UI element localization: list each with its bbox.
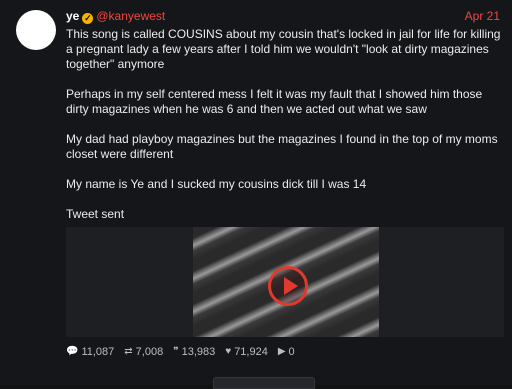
post-paragraph: My dad had playboy magazines but the mag… (66, 132, 498, 161)
post-body: This song is called COUSINS about my cou… (66, 27, 506, 237)
likes-stat[interactable]: ♥ 71,924 (225, 345, 268, 359)
post-card: ye ✓ @kanyewest Apr 21 This song is called… (0, 0, 512, 389)
post-header: ye ✓ @kanyewest Apr 21 (66, 8, 502, 24)
avatar[interactable] (16, 10, 56, 50)
reposts-count: 7,008 (135, 346, 164, 358)
likes-count: 71,924 (234, 346, 268, 358)
post-paragraph: My name is Ye and I sucked my cousins di… (66, 177, 367, 191)
quote-icon: ❞ (173, 346, 179, 357)
heart-icon: ♥ (225, 346, 232, 357)
verified-badge-icon: ✓ (82, 13, 94, 24)
views-stat[interactable]: ▶ 0 (278, 345, 295, 359)
engagement-bar: 💬 11,087 ⇄ 7,008 ❞ 13,983 ♥ 71,924 ▶ 0 (66, 345, 295, 359)
reposts-stat[interactable]: ⇄ 7,008 (124, 345, 163, 359)
author-handle[interactable]: @kanyewest (96, 9, 165, 23)
quotes-stat[interactable]: ❞ 13,983 (173, 345, 215, 359)
quotes-count: 13,983 (181, 346, 216, 358)
views-count: 0 (288, 346, 295, 358)
post-paragraph: This song is called COUSINS about my cou… (66, 27, 501, 71)
video-player[interactable] (66, 227, 504, 337)
post-paragraph: Perhaps in my self centered mess I felt … (66, 87, 483, 116)
comments-stat[interactable]: 💬 11,087 (66, 345, 114, 359)
comments-count: 11,087 (81, 346, 115, 358)
bottom-tab[interactable] (213, 377, 315, 389)
post-date[interactable]: Apr 21 (465, 8, 500, 24)
author-name[interactable]: ye (66, 9, 79, 23)
post-paragraph: Tweet sent (66, 207, 125, 221)
repost-icon: ⇄ (124, 346, 133, 357)
comment-icon: 💬 (66, 346, 79, 357)
play-count-icon: ▶ (277, 346, 286, 357)
play-icon[interactable] (268, 266, 308, 306)
